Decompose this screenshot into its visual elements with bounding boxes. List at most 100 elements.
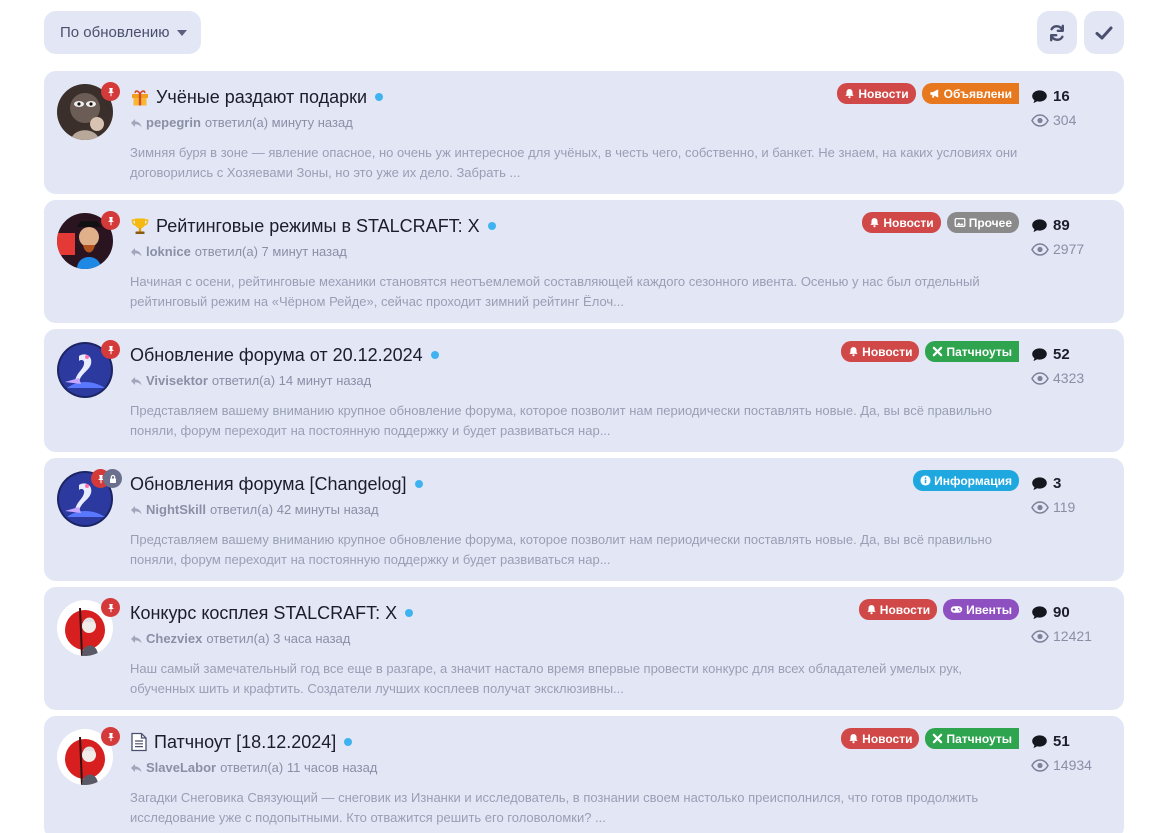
replies-stat: 3 <box>1031 472 1121 494</box>
topic-excerpt: Начиная с осени, рейтинговые механики ст… <box>130 274 980 309</box>
views-count: 14934 <box>1053 757 1092 773</box>
document-icon <box>130 732 148 752</box>
unread-dot <box>344 738 353 746</box>
sort-dropdown[interactable]: По обновлению <box>44 11 201 54</box>
comment-icon <box>1031 605 1053 620</box>
topic-title[interactable]: Обновление форума от 20.12.2024 <box>130 345 423 366</box>
last-post-time: ответил(а) 3 часа назад <box>206 631 351 646</box>
topic-tags: Новости Патчноуты <box>841 728 1019 749</box>
topic-card[interactable]: Обновление форума от 20.12.2024 Vivisekt… <box>44 329 1124 452</box>
replies-stat: 52 <box>1031 343 1121 365</box>
tag-badge[interactable]: Патчноуты <box>925 728 1019 749</box>
comment-icon <box>1031 476 1053 491</box>
topic-tags: Новости Ивенты <box>858 599 1019 620</box>
eye-icon <box>1031 500 1053 514</box>
tag-label: Патчноуты <box>946 344 1012 359</box>
topic-excerpt: Представляем вашему вниманию крупное обн… <box>130 532 992 567</box>
tag-badge[interactable]: Информация <box>913 470 1019 491</box>
views-stat: 119 <box>1031 496 1121 518</box>
tag-label: Ивенты <box>966 602 1012 617</box>
refresh-button[interactable] <box>1037 11 1077 54</box>
views-count: 4323 <box>1053 370 1085 386</box>
tag-badge[interactable]: Новости <box>862 212 941 233</box>
topic-title-row: Обновления форума [Changelog] <box>130 472 423 496</box>
tag-badge[interactable]: Ивенты <box>943 599 1019 620</box>
topic-stats: 16 304 <box>1031 85 1121 131</box>
topic-tags: Новости Прочее <box>862 212 1019 233</box>
topic-card[interactable]: Патчноут [18.12.2024] SlaveLabor ответил… <box>44 716 1124 833</box>
tag-badge[interactable]: Новости <box>858 599 938 620</box>
topic-title[interactable]: Рейтинговые режимы в STALCRAFT: X <box>156 216 480 237</box>
last-poster[interactable]: Chezviex <box>146 631 202 646</box>
tag-badge[interactable]: Новости <box>841 728 920 749</box>
reply-icon <box>130 505 142 515</box>
mark-all-read-button[interactable] <box>1084 11 1124 54</box>
last-poster[interactable]: SlaveLabor <box>146 760 216 775</box>
replies-count: 89 <box>1053 216 1070 234</box>
tag-badge[interactable]: Прочее <box>946 212 1019 233</box>
replies-count: 90 <box>1053 603 1070 621</box>
topic-title[interactable]: Обновления форума [Changelog] <box>130 474 407 495</box>
replies-count: 16 <box>1053 87 1070 105</box>
comment-icon <box>1031 89 1053 104</box>
caret-down-icon <box>177 29 188 36</box>
replies-count: 51 <box>1053 732 1070 750</box>
replies-count: 52 <box>1053 345 1070 363</box>
topic-title-row: Учёные раздают подарки <box>130 85 384 109</box>
topic-stats: 3 119 <box>1031 472 1121 518</box>
topic-stats: 51 14934 <box>1031 730 1121 776</box>
topic-title[interactable]: Патчноут [18.12.2024] <box>154 732 336 753</box>
last-poster[interactable]: pepegrin <box>146 115 201 130</box>
topic-title-row: Обновление форума от 20.12.2024 <box>130 343 439 367</box>
reply-icon <box>130 118 142 128</box>
topic-title[interactable]: Конкурс косплея STALCRAFT: X <box>130 603 397 624</box>
replies-stat: 51 <box>1031 730 1121 752</box>
views-stat: 304 <box>1031 109 1121 131</box>
topic-stats: 89 2977 <box>1031 214 1121 260</box>
unread-dot <box>414 480 423 488</box>
topic-tags: Новости Объявлени <box>837 83 1019 104</box>
topic-card[interactable]: Конкурс косплея STALCRAFT: X Chezviex от… <box>44 587 1124 710</box>
reply-icon <box>130 247 142 257</box>
topic-card[interactable]: Рейтинговые режимы в STALCRAFT: X loknic… <box>44 200 1124 323</box>
last-post-time: ответил(а) 42 минуты назад <box>209 502 379 517</box>
replies-stat: 16 <box>1031 85 1121 107</box>
comment-icon <box>1031 347 1053 362</box>
topic-title[interactable]: Учёные раздают подарки <box>156 87 367 108</box>
topic-title-row: Рейтинговые режимы в STALCRAFT: X <box>130 214 496 238</box>
views-count: 2977 <box>1053 241 1085 257</box>
tag-badge[interactable]: Объявлени <box>921 83 1019 104</box>
topic-excerpt: Зимняя буря в зоне — явление опасное, но… <box>130 145 1018 180</box>
last-poster[interactable]: Vivisektor <box>146 373 208 388</box>
topic-card[interactable]: Учёные раздают подарки pepegrin ответил(… <box>44 71 1124 194</box>
tag-label: Новости <box>858 86 909 101</box>
eye-icon <box>1031 629 1053 643</box>
pin-icon <box>101 598 120 617</box>
unread-dot <box>405 609 414 617</box>
refresh-icon <box>1050 24 1064 41</box>
views-stat: 2977 <box>1031 238 1121 260</box>
unread-dot <box>430 351 439 359</box>
topic-card[interactable]: Обновления форума [Changelog] NightSkill… <box>44 458 1124 581</box>
eye-icon <box>1031 758 1053 772</box>
pin-icon <box>101 340 120 359</box>
reply-icon <box>130 634 142 644</box>
tag-badge[interactable]: Новости <box>837 83 916 104</box>
tag-label: Новости <box>862 731 913 746</box>
eye-icon <box>1031 242 1053 256</box>
comment-icon <box>1031 218 1053 233</box>
views-count: 304 <box>1053 112 1077 128</box>
topic-meta: Chezviex ответил(а) 3 часа назад <box>130 631 350 646</box>
replies-count: 3 <box>1053 474 1062 492</box>
tag-badge[interactable]: Новости <box>841 341 920 362</box>
topic-excerpt: Представляем вашему вниманию крупное обн… <box>130 403 992 438</box>
last-poster[interactable]: loknice <box>146 244 191 259</box>
last-poster[interactable]: NightSkill <box>146 502 206 517</box>
topic-meta: Vivisektor ответил(а) 14 минут назад <box>130 373 371 388</box>
pin-icon <box>101 727 120 746</box>
topic-excerpt: Загадки Снеговика Связующий — снеговик и… <box>130 790 979 825</box>
tag-label: Новости <box>862 344 913 359</box>
pin-icon <box>101 82 120 101</box>
tag-badge[interactable]: Патчноуты <box>925 341 1019 362</box>
tag-label: Информация <box>934 473 1012 488</box>
